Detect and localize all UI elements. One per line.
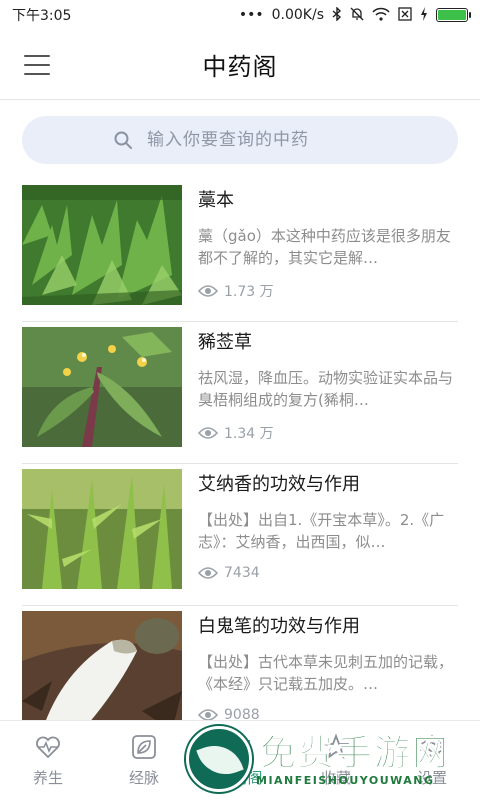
menu-icon-bar <box>24 64 50 66</box>
nav-label: 收藏 <box>320 769 351 787</box>
herb-icon <box>226 733 254 761</box>
eye-icon <box>198 426 218 440</box>
view-count-text: 7434 <box>224 565 260 581</box>
item-description: 藁（gǎo）本这种中药应该是很多朋友都不了解的，其实它是解… <box>198 227 451 267</box>
page-title: 中药阁 <box>202 53 278 81</box>
star-icon <box>322 733 350 761</box>
item-info: 藁本 藁（gǎo）本这种中药应该是很多朋友都不了解的，其实它是解… 1.73 万 <box>182 185 458 321</box>
list-item[interactable]: 藁本 藁（gǎo）本这种中药应该是很多朋友都不了解的，其实它是解… 1.73 万 <box>22 180 458 322</box>
leaf-icon <box>130 733 158 761</box>
nav-label: 养生 <box>32 769 63 787</box>
item-info: 艾纳香的功效与作用 【出处】出自1.《开宝本草》。2.《广志》：艾纳香，出西国，… <box>182 469 458 605</box>
search-icon <box>113 130 133 150</box>
item-title: 豨莶草 <box>198 332 252 353</box>
herb-thumbnail <box>22 327 182 447</box>
item-description: 【出处】出自1.《开宝本草》。2.《广志》：艾纳香，出西国，似… <box>198 511 445 551</box>
herb-thumbnail <box>22 185 182 305</box>
eye-icon <box>198 284 218 298</box>
status-icons: ••• 0.00K/s <box>238 5 471 24</box>
status-bar: 下午3:05 ••• 0.00K/s <box>0 0 480 30</box>
gear-icon <box>418 733 446 761</box>
eye-icon <box>198 566 218 580</box>
nav-item-yangsheng[interactable]: 养生 <box>0 721 96 800</box>
status-time: 下午3:05 <box>12 8 72 24</box>
list-item[interactable]: 艾纳香的功效与作用 【出处】出自1.《开宝本草》。2.《广志》：艾纳香，出西国，… <box>22 464 458 606</box>
nav-label: 设置 <box>416 769 447 787</box>
sim-off-icon <box>398 6 412 24</box>
bottom-nav: 养生 经脉 中药阁 收藏 设置 <box>0 720 480 800</box>
heart-pulse-icon <box>34 733 62 761</box>
status-dots: ••• <box>238 7 264 23</box>
herb-thumbnail <box>22 611 182 731</box>
view-count-text: 1.73 万 <box>224 284 274 300</box>
herb-thumbnail <box>22 469 182 589</box>
search-bar[interactable] <box>22 116 458 164</box>
wifi-icon <box>372 7 390 24</box>
nav-label: 中药阁 <box>217 769 263 787</box>
list-item[interactable]: 豨莶草 祛风湿，降血压。动物实验证实本品与臭梧桐组成的复方(豨桐… 1.34 万 <box>22 322 458 464</box>
item-description: 【出处】古代本草未见刺五加的记载，《本经》只记载五加皮。… <box>198 653 454 693</box>
network-speed: 0.00K/s <box>271 7 324 23</box>
bluetooth-icon <box>332 5 342 24</box>
view-count: 7434 <box>198 565 260 581</box>
search-input[interactable] <box>147 130 367 150</box>
battery-icon <box>436 8 471 22</box>
nav-item-jingmai[interactable]: 经脉 <box>96 721 192 800</box>
menu-button[interactable] <box>22 52 52 78</box>
item-title: 白鬼笔的功效与作用 <box>198 616 360 637</box>
menu-icon-bar <box>24 55 50 57</box>
charging-icon <box>420 6 428 24</box>
mute-bell-icon <box>350 7 364 24</box>
view-count-text: 1.34 万 <box>224 426 274 442</box>
item-title: 藁本 <box>198 190 234 211</box>
view-count: 1.73 万 <box>198 281 274 301</box>
item-description: 祛风湿，降血压。动物实验证实本品与臭梧桐组成的复方(豨桐… <box>198 369 454 409</box>
menu-icon-bar <box>24 73 50 75</box>
item-info: 豨莶草 祛风湿，降血压。动物实验证实本品与臭梧桐组成的复方(豨桐… 1.34 万 <box>182 327 458 463</box>
app-header: 中药阁 <box>0 30 480 100</box>
nav-item-shoucang[interactable]: 收藏 <box>288 721 384 800</box>
nav-item-shezhi[interactable]: 设置 <box>384 721 480 800</box>
view-count: 1.34 万 <box>198 423 274 443</box>
herb-list: 藁本 藁（gǎo）本这种中药应该是很多朋友都不了解的，其实它是解… 1.73 万… <box>22 180 458 748</box>
nav-label: 经脉 <box>128 769 159 787</box>
nav-item-zhongyaoge[interactable]: 中药阁 <box>192 721 288 800</box>
item-title: 艾纳香的功效与作用 <box>198 474 360 495</box>
